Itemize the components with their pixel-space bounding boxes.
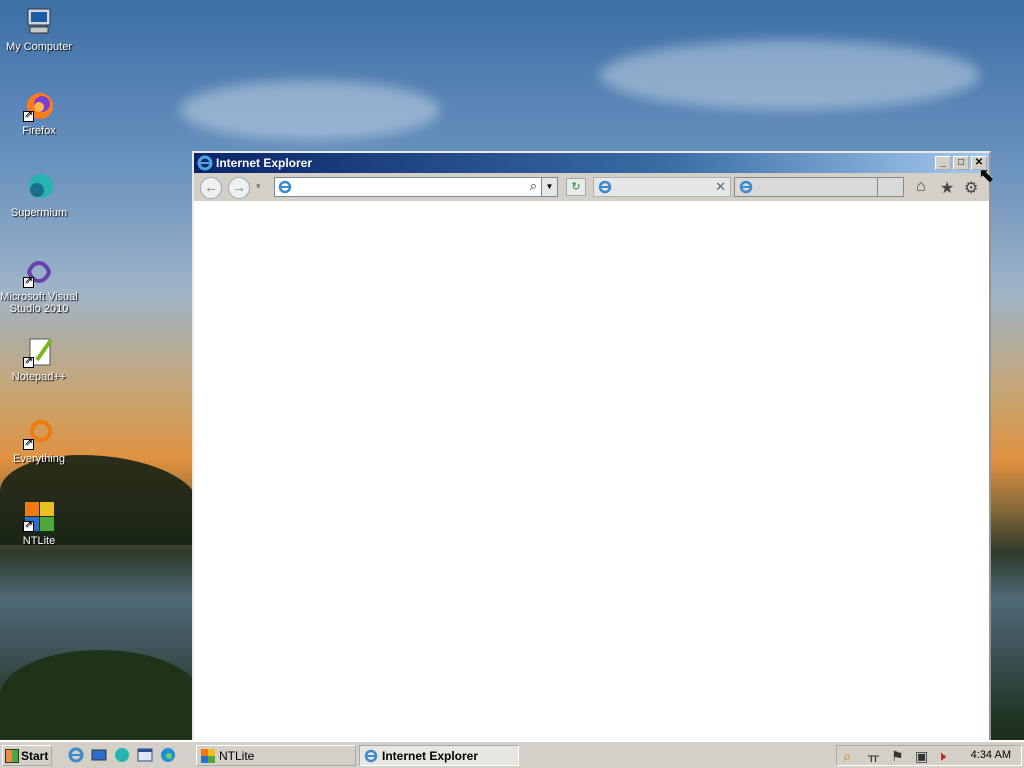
shortcut-arrow-icon [23,437,34,450]
supermium-icon [23,172,55,204]
back-button[interactable]: ← [200,177,222,199]
tab-inactive[interactable] [734,177,904,197]
address-bar[interactable]: ⌕ ▼ [274,177,558,197]
desktop-icon-label: My Computer [5,41,73,53]
shortcut-arrow-icon [23,519,34,532]
search-icon[interactable]: ⌕ [530,178,537,194]
address-input[interactable] [295,179,519,197]
ie-logo-icon [197,155,213,171]
ql-supermium-icon[interactable] [113,746,131,764]
taskbar: Start NTLite Internet Explorer ⌕ ㅠ ⚑ ▣ 🕨… [0,740,1024,768]
shortcut-arrow-icon [23,275,34,288]
home-icon[interactable]: ⌂ [916,178,926,196]
desktop-icon-ntlite[interactable]: NTLite [0,500,78,547]
gear-icon[interactable]: ⚙ [964,178,978,198]
ie-window[interactable]: Internet Explorer _ □ ✕ ← → ▾ ⌕ ▼ ↻ ✕ ⌂ … [192,151,991,743]
page-content[interactable] [194,201,989,741]
shortcut-arrow-icon [23,355,34,368]
minimize-button[interactable]: _ [935,156,951,170]
tab-page-icon [598,180,612,197]
desktop-icon-visual-studio[interactable]: Microsoft Visual Studio 2010 [0,256,78,315]
start-button[interactable]: Start [2,745,52,766]
ntlite-icon [201,748,215,763]
forward-button[interactable]: → [228,177,250,199]
favorites-star-icon[interactable]: ★ [940,178,954,198]
windows-logo-icon [5,748,19,763]
new-tab-button[interactable] [877,178,903,196]
flag-icon[interactable]: ⚑ [891,748,904,765]
clock[interactable]: 4:34 AM [971,749,1011,761]
navigation-toolbar: ← → ▾ ⌕ ▼ ↻ ✕ ⌂ ★ ⚙ [194,173,989,201]
desktop-icon-label: Notepad++ [11,371,67,383]
ql-ie-icon[interactable] [67,746,85,764]
refresh-button[interactable]: ↻ [566,178,586,196]
language-icon[interactable]: ㅠ [867,748,880,768]
ql-window-switch-icon[interactable] [136,746,154,764]
my-computer-icon [23,6,55,38]
task-label: NTLite [219,748,255,763]
maximize-button[interactable]: □ [953,156,969,170]
desktop-icon-my-computer[interactable]: My Computer [0,6,78,53]
close-tab-icon[interactable]: ✕ [715,179,726,195]
mouse-cursor-icon: ⬉ [978,165,995,187]
desktop-icon-label: Firefox [22,125,56,137]
visual-studio-icon [23,256,55,288]
tab-active[interactable]: ✕ [593,177,731,197]
notepadpp-icon [23,336,55,368]
desktop-icon-supermium[interactable]: Supermium [0,172,78,219]
task-internet-explorer[interactable]: Internet Explorer [359,745,519,766]
firefox-icon [23,90,55,122]
desktop-icon-label: Microsoft Visual Studio 2010 [0,291,78,315]
search-icon[interactable]: ⌕ [843,748,851,765]
ntlite-icon [23,500,55,532]
task-label: Internet Explorer [382,748,479,763]
cloud [600,40,980,110]
desktop-icon-label: Supermium [10,207,68,219]
page-icon [278,180,292,197]
start-label: Start [21,748,49,763]
bush-silhouette [0,650,200,742]
desktop-icon-label: Everything [13,453,65,465]
task-ntlite[interactable]: NTLite [196,745,356,766]
shortcut-arrow-icon [23,109,34,122]
ql-edge-icon[interactable] [159,746,177,764]
ql-show-desktop-icon[interactable] [90,746,108,764]
desktop-icon-firefox[interactable]: Firefox [0,90,78,137]
everything-icon [23,418,55,450]
desktop-icon-everything[interactable]: Everything [0,418,78,465]
desktop-icon-notepadpp[interactable]: Notepad++ [0,336,78,383]
window-title: Internet Explorer [216,156,313,170]
tab-page-icon [739,180,753,197]
address-dropdown-button[interactable]: ▼ [541,178,557,196]
desktop-icon-label: NTLite [22,535,56,547]
system-tray: ⌕ ㅠ ⚑ ▣ 🕨 4:34 AM [836,745,1022,766]
cloud [180,80,440,140]
ie-logo-icon [364,749,378,762]
volume-muted-icon[interactable]: 🕨 [937,748,946,765]
network-icon[interactable]: ▣ [915,748,928,765]
chevron-down-icon[interactable]: ▾ [256,181,261,192]
title-bar[interactable]: Internet Explorer _ □ ✕ [194,153,989,173]
